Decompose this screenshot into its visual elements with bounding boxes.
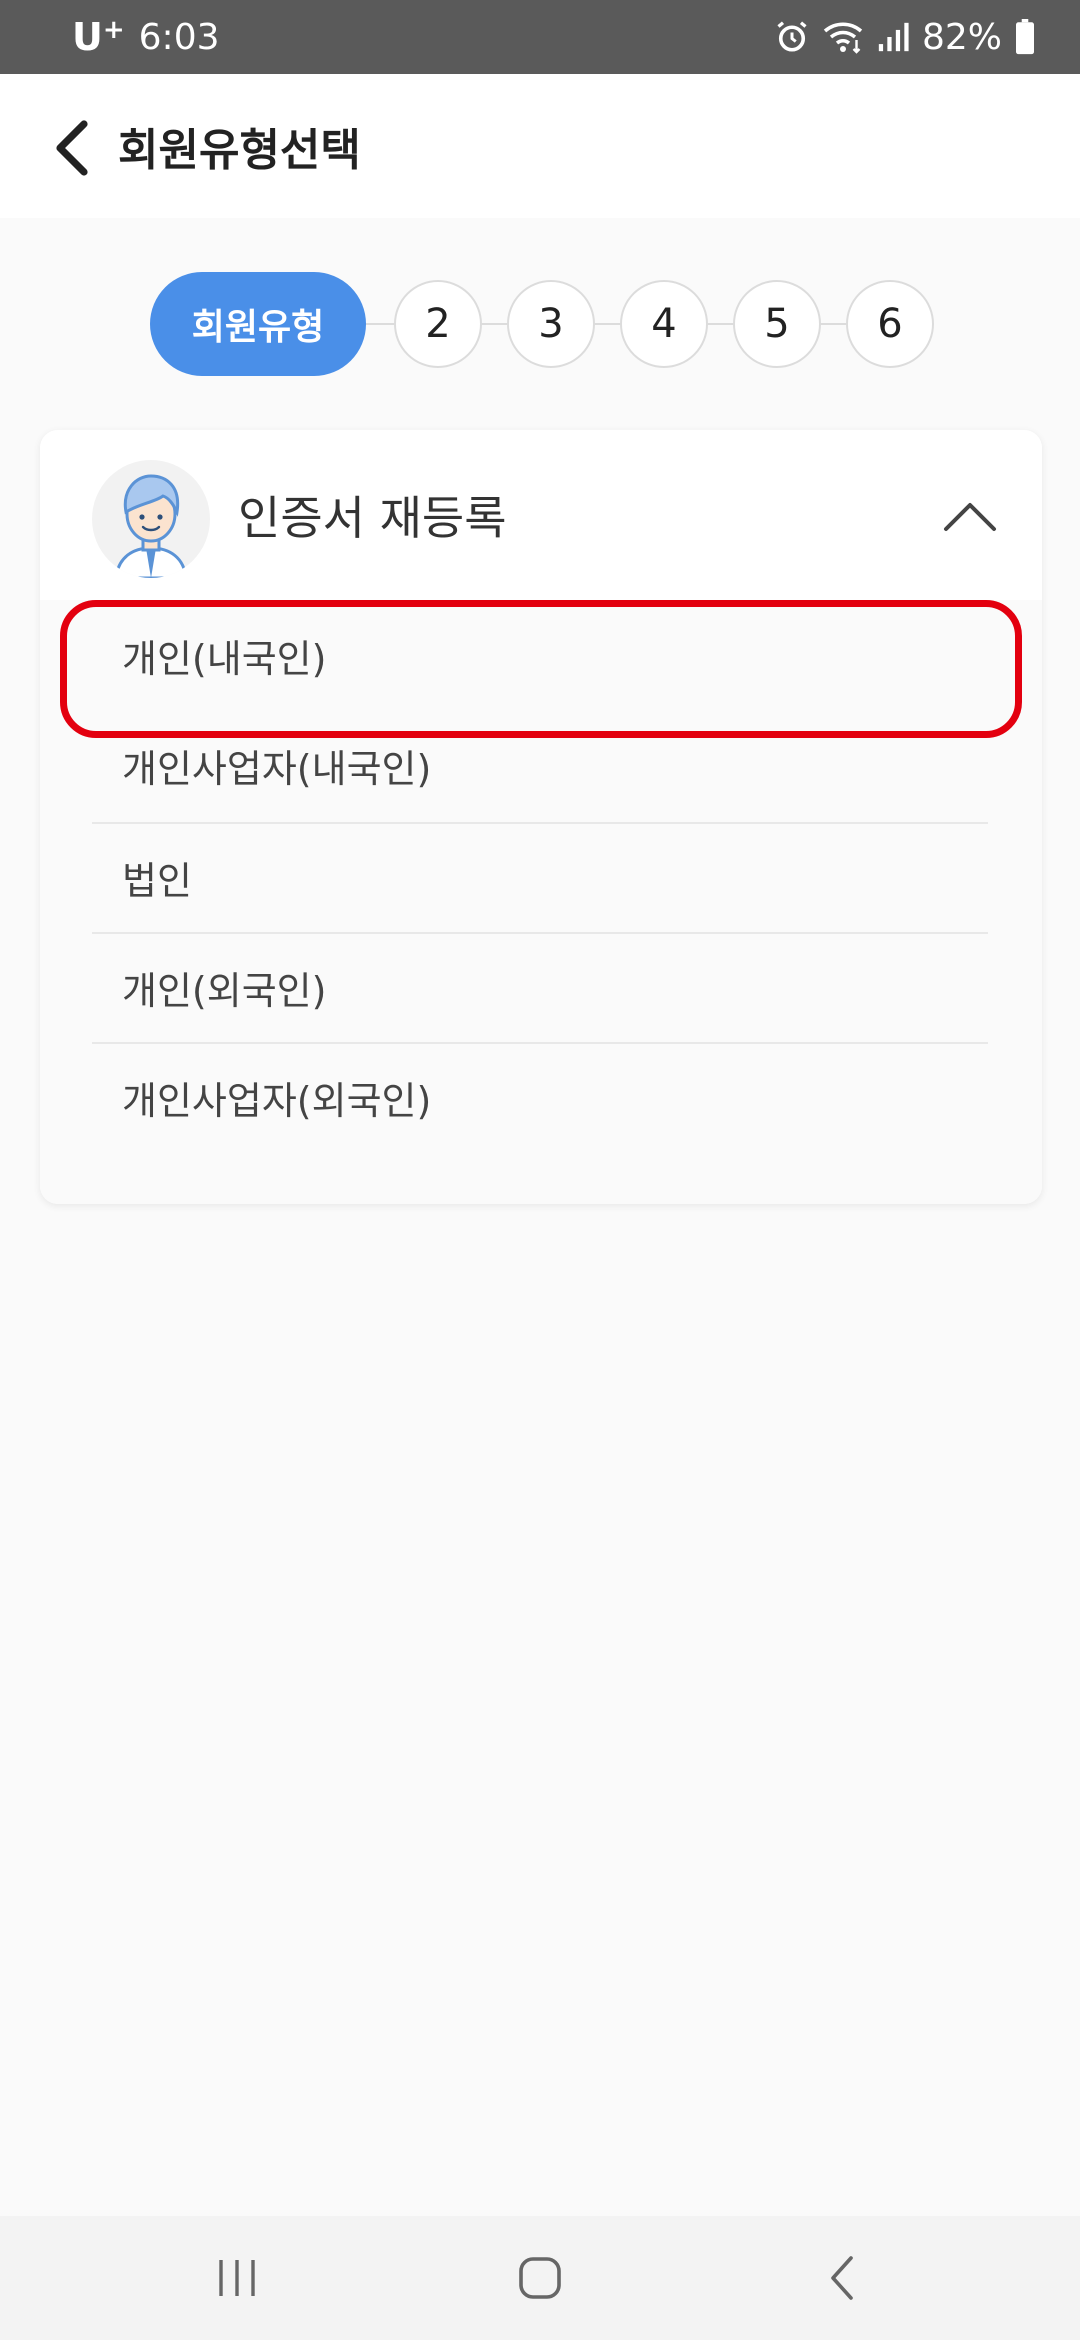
step-6: 6 <box>846 280 934 368</box>
status-time: 6:03 <box>138 16 220 58</box>
option-sole-proprietor-foreign[interactable]: 개인사업자(외국인) <box>92 1042 988 1152</box>
status-right: 82% <box>774 0 1036 74</box>
system-back-button[interactable] <box>797 2236 887 2320</box>
battery-percent: 82% <box>921 16 1002 58</box>
wifi-icon <box>822 19 864 55</box>
step-3: 3 <box>507 280 595 368</box>
back-button[interactable] <box>40 112 104 184</box>
system-nav-bar <box>0 2216 1080 2340</box>
chevron-left-icon <box>56 120 88 176</box>
step-4: 4 <box>620 280 708 368</box>
certificate-reregistration-card: 인증서 재등록 개인(내국인) 개인사업자(내국인) 법인 개인(외국인) 개인… <box>40 430 1042 1204</box>
option-corporation[interactable]: 법인 <box>92 822 988 932</box>
carrier-label: U+ <box>72 15 125 59</box>
chevron-up-icon <box>944 503 996 531</box>
battery-icon <box>1014 19 1036 55</box>
page-title: 회원유형선택 <box>118 125 361 176</box>
step-5: 5 <box>733 280 821 368</box>
signal-icon <box>876 20 910 54</box>
step-active-member-type: 회원유형 <box>150 272 366 376</box>
card-title: 인증서 재등록 <box>238 491 507 545</box>
step-indicator: 회원유형 2 3 4 5 6 <box>150 272 940 376</box>
app-header: 회원유형선택 <box>0 74 1080 218</box>
highlight-annotation <box>60 600 1022 738</box>
recent-apps-button[interactable] <box>192 2236 282 2320</box>
status-bar: U+ 6:03 82% <box>0 0 1080 74</box>
user-avatar-icon <box>114 474 188 578</box>
option-individual-foreign[interactable]: 개인(외국인) <box>92 932 988 1042</box>
back-arrow-icon <box>831 2256 853 2300</box>
collapse-button[interactable] <box>938 484 1002 548</box>
alarm-icon <box>774 19 810 55</box>
status-left: U+ 6:03 <box>72 0 220 74</box>
avatar <box>92 460 210 578</box>
home-button[interactable] <box>495 2236 585 2320</box>
home-icon <box>519 2257 561 2299</box>
step-2: 2 <box>394 280 482 368</box>
recent-apps-icon <box>219 2260 255 2296</box>
card-header[interactable]: 인증서 재등록 <box>40 430 1042 600</box>
